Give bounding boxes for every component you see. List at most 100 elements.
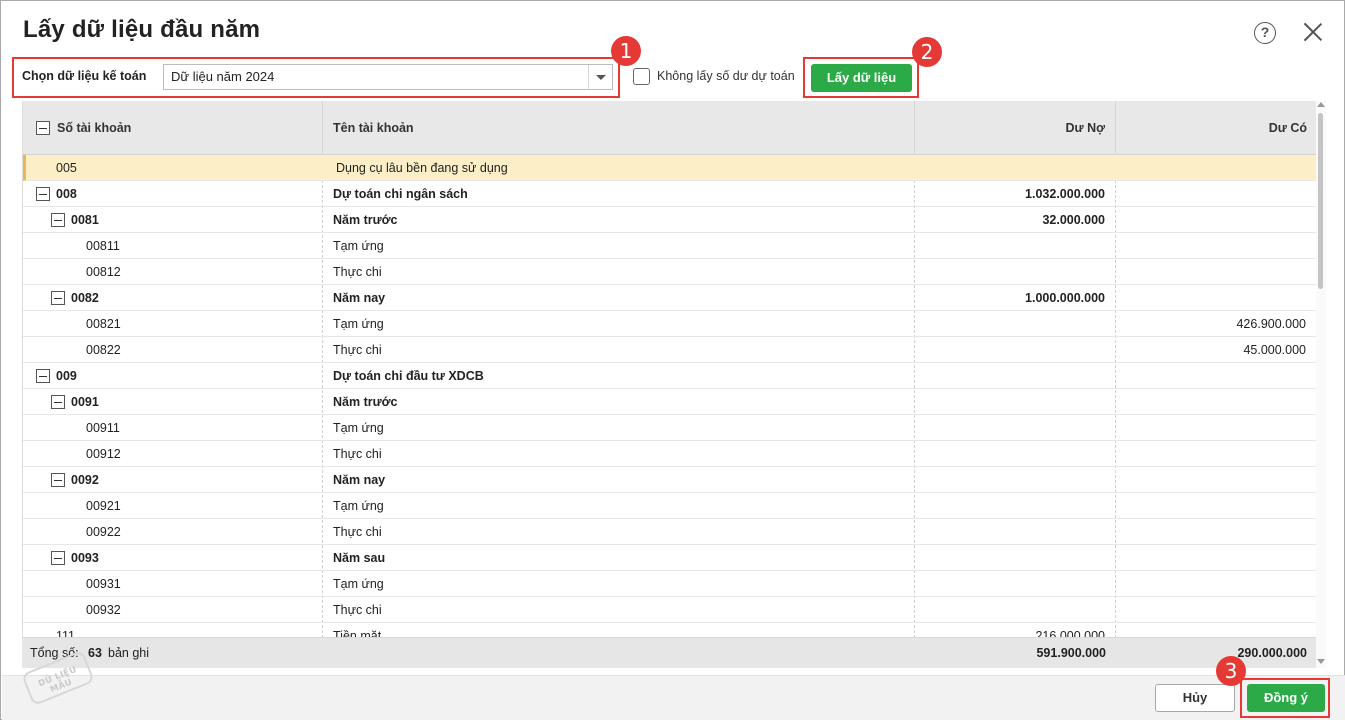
column-header-credit[interactable]: Dư Có (1116, 101, 1316, 155)
debit-cell (915, 389, 1105, 415)
action-bar (2, 675, 1345, 720)
data-source-label: Chọn dữ liệu kế toán (22, 69, 147, 83)
scroll-down-icon[interactable] (1317, 659, 1325, 664)
account-number-cell: 008 (56, 187, 77, 201)
collapse-icon[interactable] (51, 291, 65, 305)
account-name-cell: Năm nay (333, 473, 386, 487)
account-name-cell: Tạm ứng (333, 317, 384, 331)
account-number-cell: 00812 (86, 265, 121, 279)
table-row[interactable]: 0082 Năm nay 1.000.000.000 (23, 285, 1316, 311)
fetch-data-button[interactable]: Lấy dữ liệu (811, 64, 912, 92)
table-row[interactable]: 008 Dự toán chi ngân sách 1.032.000.000 (23, 181, 1316, 207)
grid-header: Số tài khoản Tên tài khoản Dư Nợ Dư Có (23, 101, 1316, 155)
account-name-cell: Tạm ứng (333, 421, 384, 435)
accounts-grid: Số tài khoản Tên tài khoản Dư Nợ Dư Có 0… (22, 101, 1316, 668)
account-name-cell: Thực chi (333, 603, 382, 617)
table-row[interactable]: 0092 Năm nay (23, 467, 1316, 493)
credit-cell (1116, 207, 1306, 233)
skip-estimate-checkbox[interactable] (633, 68, 650, 85)
skip-estimate-label: Không lấy số dư dự toán (657, 69, 795, 83)
close-icon[interactable] (1301, 20, 1325, 44)
credit-cell (1116, 519, 1306, 545)
account-number-cell: 00931 (86, 577, 121, 591)
table-row[interactable]: 005 Dụng cụ lâu bền đang sử dụng (23, 155, 1316, 181)
account-number-cell: 00932 (86, 603, 121, 617)
account-number-cell: 0093 (71, 551, 99, 565)
collapse-icon[interactable] (51, 551, 65, 565)
data-source-select[interactable]: Dữ liệu năm 2024 (163, 64, 613, 90)
debit-cell (915, 233, 1105, 259)
credit-cell (1116, 285, 1306, 311)
debit-cell (915, 311, 1105, 337)
debit-cell (918, 155, 1108, 181)
scroll-up-icon[interactable] (1317, 102, 1325, 107)
account-number-cell: 00811 (86, 239, 120, 253)
credit-cell (1116, 415, 1306, 441)
total-unit: bản ghi (108, 646, 150, 660)
account-name-cell: Dự toán chi đầu tư XDCB (333, 369, 484, 383)
table-row[interactable]: 00932 Thực chi (23, 597, 1316, 623)
step-badge-3: 3 (1216, 656, 1246, 686)
debit-cell (915, 545, 1105, 571)
credit-cell: 426.900.000 (1236, 317, 1306, 331)
account-number-cell: 00912 (86, 447, 121, 461)
debit-cell (915, 363, 1105, 389)
debit-cell (915, 337, 1105, 363)
credit-cell (1119, 155, 1309, 181)
collapse-icon[interactable] (36, 369, 50, 383)
table-row[interactable]: 00911 Tạm ứng (23, 415, 1316, 441)
cancel-button[interactable]: Hủy (1155, 684, 1235, 712)
table-row[interactable]: 0093 Năm sau (23, 545, 1316, 571)
credit-cell (1116, 363, 1306, 389)
account-name-cell: Thực chi (333, 447, 382, 461)
table-row[interactable]: 00822 Thực chi 45.000.000 (23, 337, 1316, 363)
table-row[interactable]: 00922 Thực chi (23, 519, 1316, 545)
column-header-account[interactable]: Số tài khoản (47, 101, 141, 155)
chevron-down-icon[interactable] (588, 65, 612, 89)
table-row[interactable]: 00811 Tạm ứng (23, 233, 1316, 259)
account-name-cell: Thực chi (333, 525, 382, 539)
account-name-cell: Tạm ứng (333, 499, 384, 513)
debit-cell (915, 519, 1105, 545)
dialog-title: Lấy dữ liệu đầu năm (23, 16, 261, 43)
credit-cell (1116, 597, 1306, 623)
table-row[interactable]: 0091 Năm trước (23, 389, 1316, 415)
credit-cell (1116, 259, 1306, 285)
debit-cell: 1.000.000.000 (1025, 291, 1105, 305)
data-source-select-value: Dữ liệu năm 2024 (171, 69, 275, 84)
table-row[interactable]: 00812 Thực chi (23, 259, 1316, 285)
account-number-cell: 00921 (86, 499, 121, 513)
debit-cell (915, 571, 1105, 597)
debit-cell (915, 467, 1105, 493)
account-number-cell: 0081 (71, 213, 99, 227)
account-name-cell: Năm nay (333, 291, 386, 305)
credit-cell (1116, 441, 1306, 467)
step-badge-1: 1 (611, 36, 641, 66)
credit-cell (1116, 571, 1306, 597)
account-name-cell: Dự toán chi ngân sách (333, 187, 468, 201)
table-row[interactable]: 009 Dự toán chi đầu tư XDCB (23, 363, 1316, 389)
table-row[interactable]: 00931 Tạm ứng (23, 571, 1316, 597)
account-number-cell: 0092 (71, 473, 99, 487)
table-row[interactable]: 00912 Thực chi (23, 441, 1316, 467)
account-number-cell: 00821 (86, 317, 121, 331)
scrollbar-thumb[interactable] (1318, 113, 1323, 289)
collapse-icon[interactable] (51, 213, 65, 227)
help-icon[interactable]: ? (1254, 22, 1276, 44)
collapse-icon[interactable] (51, 473, 65, 487)
debit-cell (915, 259, 1105, 285)
step-badge-2: 2 (912, 37, 942, 67)
column-header-name[interactable]: Tên tài khoản (323, 101, 424, 155)
collapse-icon[interactable] (36, 187, 50, 201)
column-header-debit[interactable]: Dư Nợ (915, 101, 1115, 155)
collapse-icon[interactable] (51, 395, 65, 409)
credit-cell (1116, 181, 1306, 207)
grid-footer: Tổng số: 63 bản ghi 591.900.000 290.000.… (22, 637, 1316, 668)
debit-total: 591.900.000 (1036, 646, 1106, 660)
account-number-cell: 00822 (86, 343, 121, 357)
table-row[interactable]: 00821 Tạm ứng 426.900.000 (23, 311, 1316, 337)
table-row[interactable]: 0081 Năm trước 32.000.000 (23, 207, 1316, 233)
table-row[interactable]: 00921 Tạm ứng (23, 493, 1316, 519)
ok-button[interactable]: Đồng ý (1247, 684, 1325, 712)
debit-cell (915, 493, 1105, 519)
